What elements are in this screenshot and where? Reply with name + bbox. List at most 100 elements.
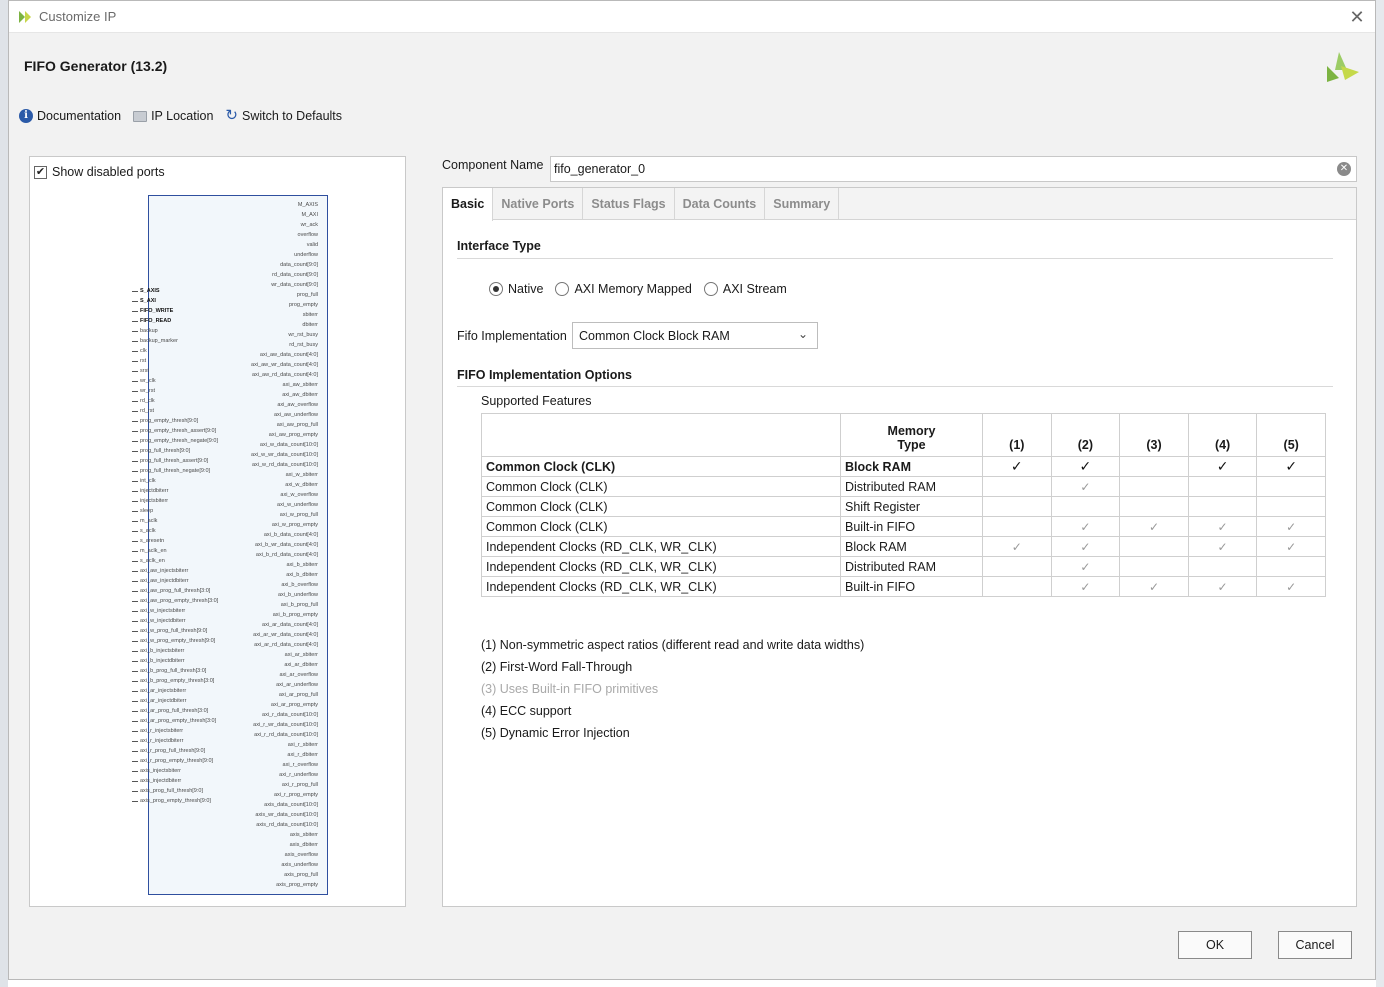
symbol-port-left: axi_b_prog_empty_thresh[3:0] [132, 676, 242, 686]
clock-cell: Common Clock (CLK) [481, 516, 841, 537]
radio-unselected-icon[interactable] [555, 282, 570, 296]
clear-icon[interactable]: ✕ [1337, 162, 1351, 176]
check-icon: ✓ [1119, 516, 1189, 537]
symbol-port-right: axi_w_dbiterr [230, 480, 326, 490]
symbol-port-right: dbiterr [230, 320, 326, 330]
show-disabled-ports-label: Show disabled ports [52, 165, 165, 179]
symbol-port-right: axi_ar_overflow [230, 670, 326, 680]
symbol-port-left: int_clk [132, 476, 242, 486]
symbol-port-right: axi_w_data_count[10:0] [230, 440, 326, 450]
symbol-port-left: axi_w_injectsbiterr [132, 606, 242, 616]
radio-axi-stream[interactable]: AXI Stream [703, 282, 787, 296]
right-port-list: M_AXIS M_AXI wr_ack overflow valid underflow d… [230, 200, 326, 890]
symbol-port-left: axi_r_injectsbiterr [132, 726, 242, 736]
note-5: (5) Dynamic Error Injection [481, 726, 630, 740]
symbol-port-right: axi_aw_prog_full [230, 420, 326, 430]
symbol-port-right: axi_w_rd_data_count[10:0] [230, 460, 326, 470]
feature-header: (4) [1187, 413, 1258, 457]
symbol-port-right: axi_ar_prog_empty [230, 700, 326, 710]
symbol-port-left: prog_empty_thresh_negate[9:0] [132, 436, 242, 446]
symbol-port-left: prog_full_thresh_assert[9:0] [132, 456, 242, 466]
memory-header-line2: Type [897, 438, 926, 452]
check-icon: ✓ [1050, 536, 1121, 557]
interface-type-heading: Interface Type [457, 239, 541, 253]
symbol-port-right: axis_prog_full [230, 870, 326, 880]
close-icon[interactable]: ✕ [1347, 7, 1367, 28]
left-port-list: S_AXIS S_AXI FIFO_WRITE FIFO_READ backup back… [132, 286, 242, 806]
symbol-port-left: prog_full_thresh[9:0] [132, 446, 242, 456]
customize-ip-dialog: Customize IP ✕ FIFO Generator (13.2) i D… [8, 0, 1376, 980]
empty-cell [1050, 496, 1121, 517]
symbol-port-right: axi_b_overflow [230, 580, 326, 590]
radio-unselected-icon[interactable] [703, 282, 718, 296]
fifo-implementation-label: Fifo Implementation [457, 329, 567, 343]
feature-header: (2) [1050, 413, 1121, 457]
symbol-port-right: axi_w_prog_full [230, 510, 326, 520]
memory-cell: Distributed RAM [840, 476, 983, 497]
symbol-port-right: axi_r_underflow [230, 770, 326, 780]
symbol-port-right: axi_w_sbiterr [230, 470, 326, 480]
checkbox-checked-icon[interactable]: ✔ [34, 165, 47, 179]
check-icon: ✓ [1256, 576, 1326, 597]
symbol-port-left: axi_b_injectsbiterr [132, 646, 242, 656]
symbol-port-right: axi_r_sbiterr [230, 740, 326, 750]
symbol-port-right: axi_b_data_count[4:0] [230, 530, 326, 540]
tab-status-flags[interactable]: Status Flags [583, 188, 675, 219]
component-name-input[interactable]: fifo_generator_0 ✕ [550, 156, 1357, 182]
memory-cell: Built-in FIFO [840, 576, 983, 597]
memory-cell: Block RAM [840, 536, 983, 557]
empty-cell [1119, 456, 1189, 477]
empty-cell [1119, 496, 1189, 517]
tab-summary[interactable]: Summary [765, 188, 840, 219]
radio-native[interactable]: Native [489, 282, 543, 296]
symbol-port-left: axi_aw_injectdbiterr [132, 576, 242, 586]
check-icon: ✓ [1187, 516, 1258, 537]
symbol-port-right: axi_r_overflow [230, 760, 326, 770]
info-icon: i [19, 109, 33, 123]
symbol-port-left: axi_aw_injectsbiterr [132, 566, 242, 576]
xilinx-logo-icon [1327, 52, 1359, 82]
component-name-value: fifo_generator_0 [554, 162, 646, 176]
documentation-button[interactable]: i Documentation [19, 109, 121, 123]
symbol-port-right: axi_b_rd_data_count[4:0] [230, 550, 326, 560]
ip-location-label: IP Location [151, 109, 214, 123]
symbol-port-left: axis_prog_empty_thresh[9:0] [132, 796, 242, 806]
symbol-port-right: sbiterr [230, 310, 326, 320]
features-table: Memory Type (1) (2) (3) (4) (5) Common C… [481, 413, 1326, 597]
symbol-port-left: sleep [132, 506, 242, 516]
check-icon: ✓ [1256, 536, 1326, 557]
memory-cell: Block RAM [840, 456, 983, 477]
ip-location-button[interactable]: IP Location [133, 109, 213, 123]
tab-native-ports[interactable]: Native Ports [493, 188, 584, 219]
radio-selected-icon[interactable] [489, 282, 503, 296]
empty-cell [982, 576, 1052, 597]
symbol-port-right: axi_r_dbiterr [230, 750, 326, 760]
symbol-port-left: axis_prog_full_thresh[9:0] [132, 786, 242, 796]
symbol-port-right: wr_data_count[9:0] [230, 280, 326, 290]
fifo-implementation-select[interactable]: Common Clock Block RAM ⌄ [572, 322, 818, 349]
symbol-port-left: backup [132, 326, 242, 336]
cancel-button[interactable]: Cancel [1278, 931, 1352, 959]
show-disabled-ports-checkbox[interactable]: ✔ Show disabled ports [34, 165, 165, 179]
tab-basic[interactable]: Basic [443, 188, 494, 221]
empty-cell [982, 476, 1052, 497]
symbol-port-left: prog_full_thresh_negate[9:0] [132, 466, 242, 476]
tab-bar: Basic Native Ports Status Flags Data Cou… [443, 188, 1356, 221]
tab-data-counts[interactable]: Data Counts [675, 188, 766, 219]
symbol-port-right: data_count[9:0] [230, 260, 326, 270]
switch-defaults-button[interactable]: ↻ Switch to Defaults [225, 108, 342, 123]
check-icon: ✓ [1050, 456, 1121, 477]
symbol-port-left: m_aclk_en [132, 546, 242, 556]
radio-axi-memory-mapped[interactable]: AXI Memory Mapped [555, 282, 692, 296]
symbol-port-left: axi_w_prog_empty_thresh[9:0] [132, 636, 242, 646]
symbol-port-left: prog_empty_thresh[9:0] [132, 416, 242, 426]
symbol-port-left: srst [132, 366, 242, 376]
symbol-port-left: injectdbiterr [132, 486, 242, 496]
symbol-port-left: rd_rst [132, 406, 242, 416]
empty-cell [1256, 556, 1326, 577]
symbol-port-left: axi_ar_prog_empty_thresh[3:0] [132, 716, 242, 726]
symbol-port-right: M_AXIS [230, 200, 326, 210]
symbol-port-right: axi_ar_dbiterr [230, 660, 326, 670]
section-divider [457, 258, 1333, 259]
ok-button[interactable]: OK [1178, 931, 1252, 959]
